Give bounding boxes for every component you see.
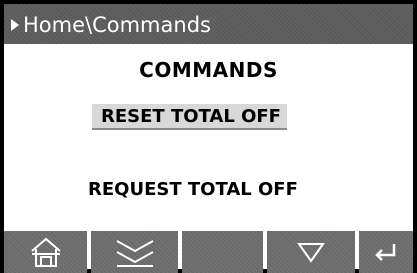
softkey-bar [4,231,413,273]
enter-icon [372,240,400,264]
down-triangle-icon [296,240,326,264]
breadcrumb: Home\Commands [23,13,211,37]
home-softkey[interactable] [4,231,88,273]
home-icon [29,235,63,269]
page-down-softkey[interactable] [91,231,179,273]
command-request-total-off[interactable]: REQUEST TOTAL OFF [88,178,298,202]
title-bar: Home\Commands [4,4,413,44]
command-reset-total-off[interactable]: RESET TOTAL OFF [92,104,287,130]
enter-softkey[interactable] [358,231,413,273]
page-title: COMMANDS [139,58,278,82]
blank-softkey[interactable] [182,231,264,273]
down-softkey[interactable] [267,231,355,273]
double-chevron-down-icon [113,235,157,269]
right-triangle-icon [10,5,20,45]
display-screen: Home\Commands COMMANDS RESET TOTAL OFF R… [0,0,417,273]
